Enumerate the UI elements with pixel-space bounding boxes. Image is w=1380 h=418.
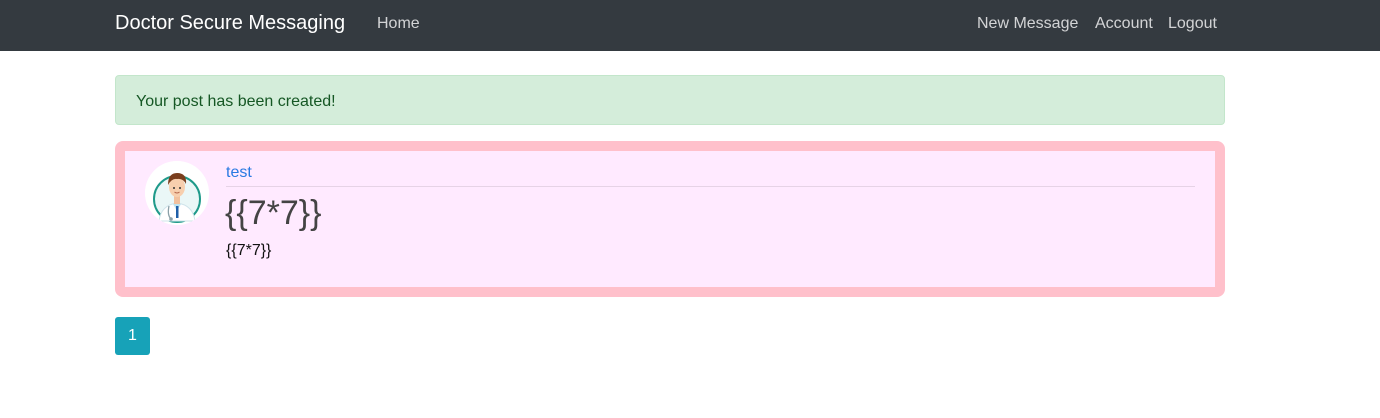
post-author-link[interactable]: test	[226, 163, 252, 183]
nav-new-message-link[interactable]: New Message	[977, 14, 1078, 34]
post-content-area: test {{7*7}} {{7*7}}	[125, 151, 1215, 287]
nav-logout-link[interactable]: Logout	[1168, 14, 1217, 34]
success-alert: Your post has been created!	[115, 75, 1225, 125]
brand-link[interactable]: Doctor Secure Messaging	[115, 11, 345, 35]
doctor-avatar-icon	[145, 161, 209, 225]
alert-message: Your post has been created!	[136, 93, 336, 110]
pagination-page-1-button[interactable]: 1	[115, 317, 150, 355]
post-divider	[226, 186, 1195, 187]
post-title[interactable]: {{7*7}}	[225, 193, 321, 233]
nav-home-link[interactable]: Home	[377, 14, 420, 34]
top-navbar: Doctor Secure Messaging Home New Message…	[0, 0, 1380, 51]
nav-account-link[interactable]: Account	[1095, 14, 1153, 34]
post-body: {{7*7}}	[226, 242, 272, 259]
post-card: test {{7*7}} {{7*7}}	[115, 141, 1225, 297]
